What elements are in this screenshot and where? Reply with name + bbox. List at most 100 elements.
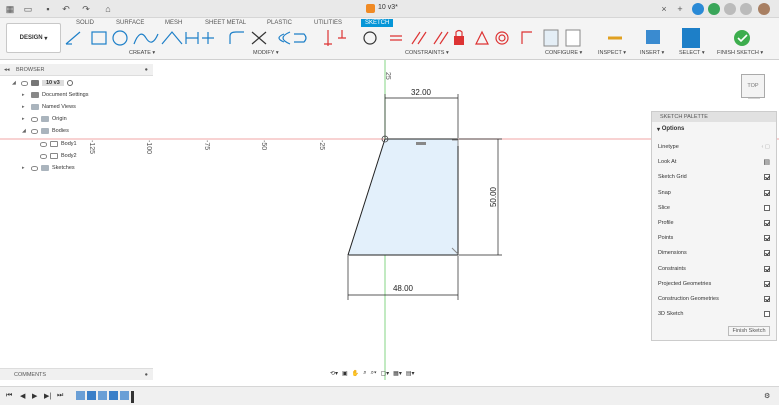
timeline-feature-icon[interactable] [76, 391, 85, 400]
group-finish-sketch[interactable]: FINISH SKETCH ▾ [717, 50, 763, 56]
timeline-feature-icon[interactable] [120, 391, 129, 400]
circle-tool-icon[interactable] [112, 30, 128, 46]
slot-tool-icon[interactable] [161, 31, 183, 45]
spline-tool-icon[interactable] [133, 33, 159, 45]
tree-item-named-views[interactable]: ▸ Named Views [22, 102, 76, 112]
sketch-scale-icon[interactable] [294, 33, 307, 43]
finish-sketch-button[interactable]: Finish Sketch [728, 326, 770, 336]
zoom-window-icon[interactable]: ⌕▾ [371, 370, 377, 377]
tangent-icon[interactable] [495, 31, 509, 45]
look-at-icon[interactable]: ▣ [342, 370, 348, 377]
lock-icon[interactable] [454, 36, 464, 45]
fix-icon[interactable] [390, 35, 402, 41]
redo-icon[interactable]: ↷ [80, 3, 92, 15]
group-insert[interactable]: INSERT ▾ [640, 50, 664, 56]
rectangle-tool-icon[interactable] [91, 31, 107, 45]
tree-item-body2[interactable]: Body2 [40, 151, 77, 161]
palette-row[interactable]: Sketch Grid [658, 172, 770, 182]
dimension-right-value[interactable]: 50.00 [489, 186, 498, 207]
palette-row[interactable]: Profile [658, 218, 770, 228]
job-status-icon[interactable] [708, 3, 720, 15]
collinear-icon[interactable] [338, 30, 346, 39]
point-tool-icon[interactable] [202, 32, 214, 44]
tree-item-document-settings[interactable]: ▸ Document Settings [22, 90, 88, 100]
symmetry-icon[interactable] [521, 31, 532, 44]
close-tab-icon[interactable]: × [658, 3, 670, 15]
orbit-icon[interactable]: ⟲▾ [330, 370, 338, 377]
sketch-profile[interactable] [347, 138, 459, 256]
group-configure[interactable]: CONFIGURE ▾ [545, 50, 582, 56]
tree-item-body1[interactable]: Body1 [40, 139, 77, 149]
trim-tool-icon[interactable] [251, 31, 267, 45]
palette-checkbox[interactable] [764, 220, 770, 226]
parallel-icon[interactable] [411, 31, 427, 45]
comments-pin-icon[interactable]: ● [145, 372, 148, 378]
timeline-marker[interactable] [131, 391, 134, 403]
help-icon[interactable] [740, 3, 752, 15]
palette-row[interactable]: Constraints [658, 264, 770, 274]
palette-row[interactable]: Snap [658, 188, 770, 198]
workspace-switcher[interactable]: DESIGN ▾ [6, 23, 61, 53]
palette-row[interactable]: Points [658, 233, 770, 243]
palette-checkbox[interactable] [764, 311, 770, 318]
palette-row[interactable]: Linetype ‹ ▢ [658, 142, 770, 152]
palette-checkbox[interactable] [764, 250, 770, 257]
configure-icon[interactable] [543, 29, 559, 47]
new-tab-icon[interactable]: + [674, 3, 686, 15]
browser-pin-icon[interactable]: ● [145, 67, 148, 73]
concentric-icon[interactable] [363, 31, 377, 45]
dimension-bottom-value[interactable]: 48.00 [393, 284, 414, 293]
step-forward-icon[interactable]: ▶| [44, 392, 51, 400]
group-inspect[interactable]: INSPECT ▾ [598, 50, 626, 56]
extensions-icon[interactable] [692, 3, 704, 15]
settings-gear-icon[interactable]: ⚙ [764, 392, 770, 400]
timeline-feature-icon[interactable] [98, 391, 107, 400]
app-grid-icon[interactable]: ▦ [4, 3, 16, 15]
visibility-icon[interactable] [21, 80, 28, 86]
polygon-tool-icon[interactable] [185, 32, 199, 44]
palette-header[interactable]: SKETCH PALETTE [652, 112, 776, 122]
offset-tool-icon[interactable] [278, 31, 291, 45]
notifications-icon[interactable] [724, 3, 736, 15]
palette-checkbox[interactable] [764, 265, 770, 272]
select-icon[interactable] [682, 28, 700, 48]
avatar[interactable] [758, 3, 770, 15]
grid-settings-icon[interactable]: ▦▾ [393, 370, 402, 377]
palette-row[interactable]: Dimensions [658, 248, 770, 258]
palette-checkbox[interactable] [764, 189, 770, 196]
equal-icon[interactable] [475, 30, 489, 45]
view-cube[interactable]: TOP [741, 74, 765, 98]
file-icon[interactable]: ▭ [22, 3, 34, 15]
line-tool-icon[interactable] [65, 31, 81, 45]
palette-checkbox[interactable] [764, 235, 770, 242]
save-icon[interactable]: ▪ [42, 3, 54, 15]
palette-row[interactable]: Projected Geometries [658, 279, 770, 289]
play-icon[interactable]: ▶ [32, 392, 37, 400]
palette-checkbox[interactable] [764, 296, 770, 302]
palette-checkbox[interactable] [764, 204, 770, 211]
undo-icon[interactable]: ↶ [60, 3, 72, 15]
comments-panel[interactable]: COMMENTS ● [0, 368, 153, 380]
tree-root[interactable]: ◢ 10 v3 [12, 78, 73, 88]
palette-row[interactable]: Look At ▤ [658, 157, 770, 167]
insert-image-icon[interactable] [646, 30, 660, 44]
linetype-icon[interactable]: ‹ ▢ [761, 144, 770, 150]
viewports-icon[interactable]: ▤▾ [406, 370, 415, 377]
group-modify[interactable]: MODIFY ▾ [253, 50, 279, 56]
step-back-icon[interactable]: ◀ [20, 392, 25, 400]
look-at-icon[interactable]: ▤ [763, 158, 770, 166]
dimension-top-value[interactable]: 32.00 [411, 88, 432, 97]
group-create[interactable]: CREATE ▾ [129, 50, 155, 56]
go-to-start-icon[interactable]: ⏮ [6, 392, 12, 400]
palette-options-section[interactable]: ▾ Options [652, 124, 776, 134]
tree-item-sketches[interactable]: ▸ Sketches [22, 163, 75, 173]
display-settings-icon[interactable]: ▢▾ [380, 370, 389, 377]
tree-item-origin[interactable]: ▸ Origin [22, 114, 67, 124]
collapse-icon[interactable]: ◂◂ [4, 67, 10, 73]
activate-radio-icon[interactable] [66, 80, 73, 86]
palette-row[interactable]: Slice [658, 203, 770, 213]
dimension-top[interactable] [384, 94, 459, 138]
go-to-end-icon[interactable]: ⏭ [57, 392, 63, 400]
pan-icon[interactable]: ✋ [352, 370, 359, 377]
tree-item-bodies[interactable]: ◢ Bodies [22, 126, 69, 136]
